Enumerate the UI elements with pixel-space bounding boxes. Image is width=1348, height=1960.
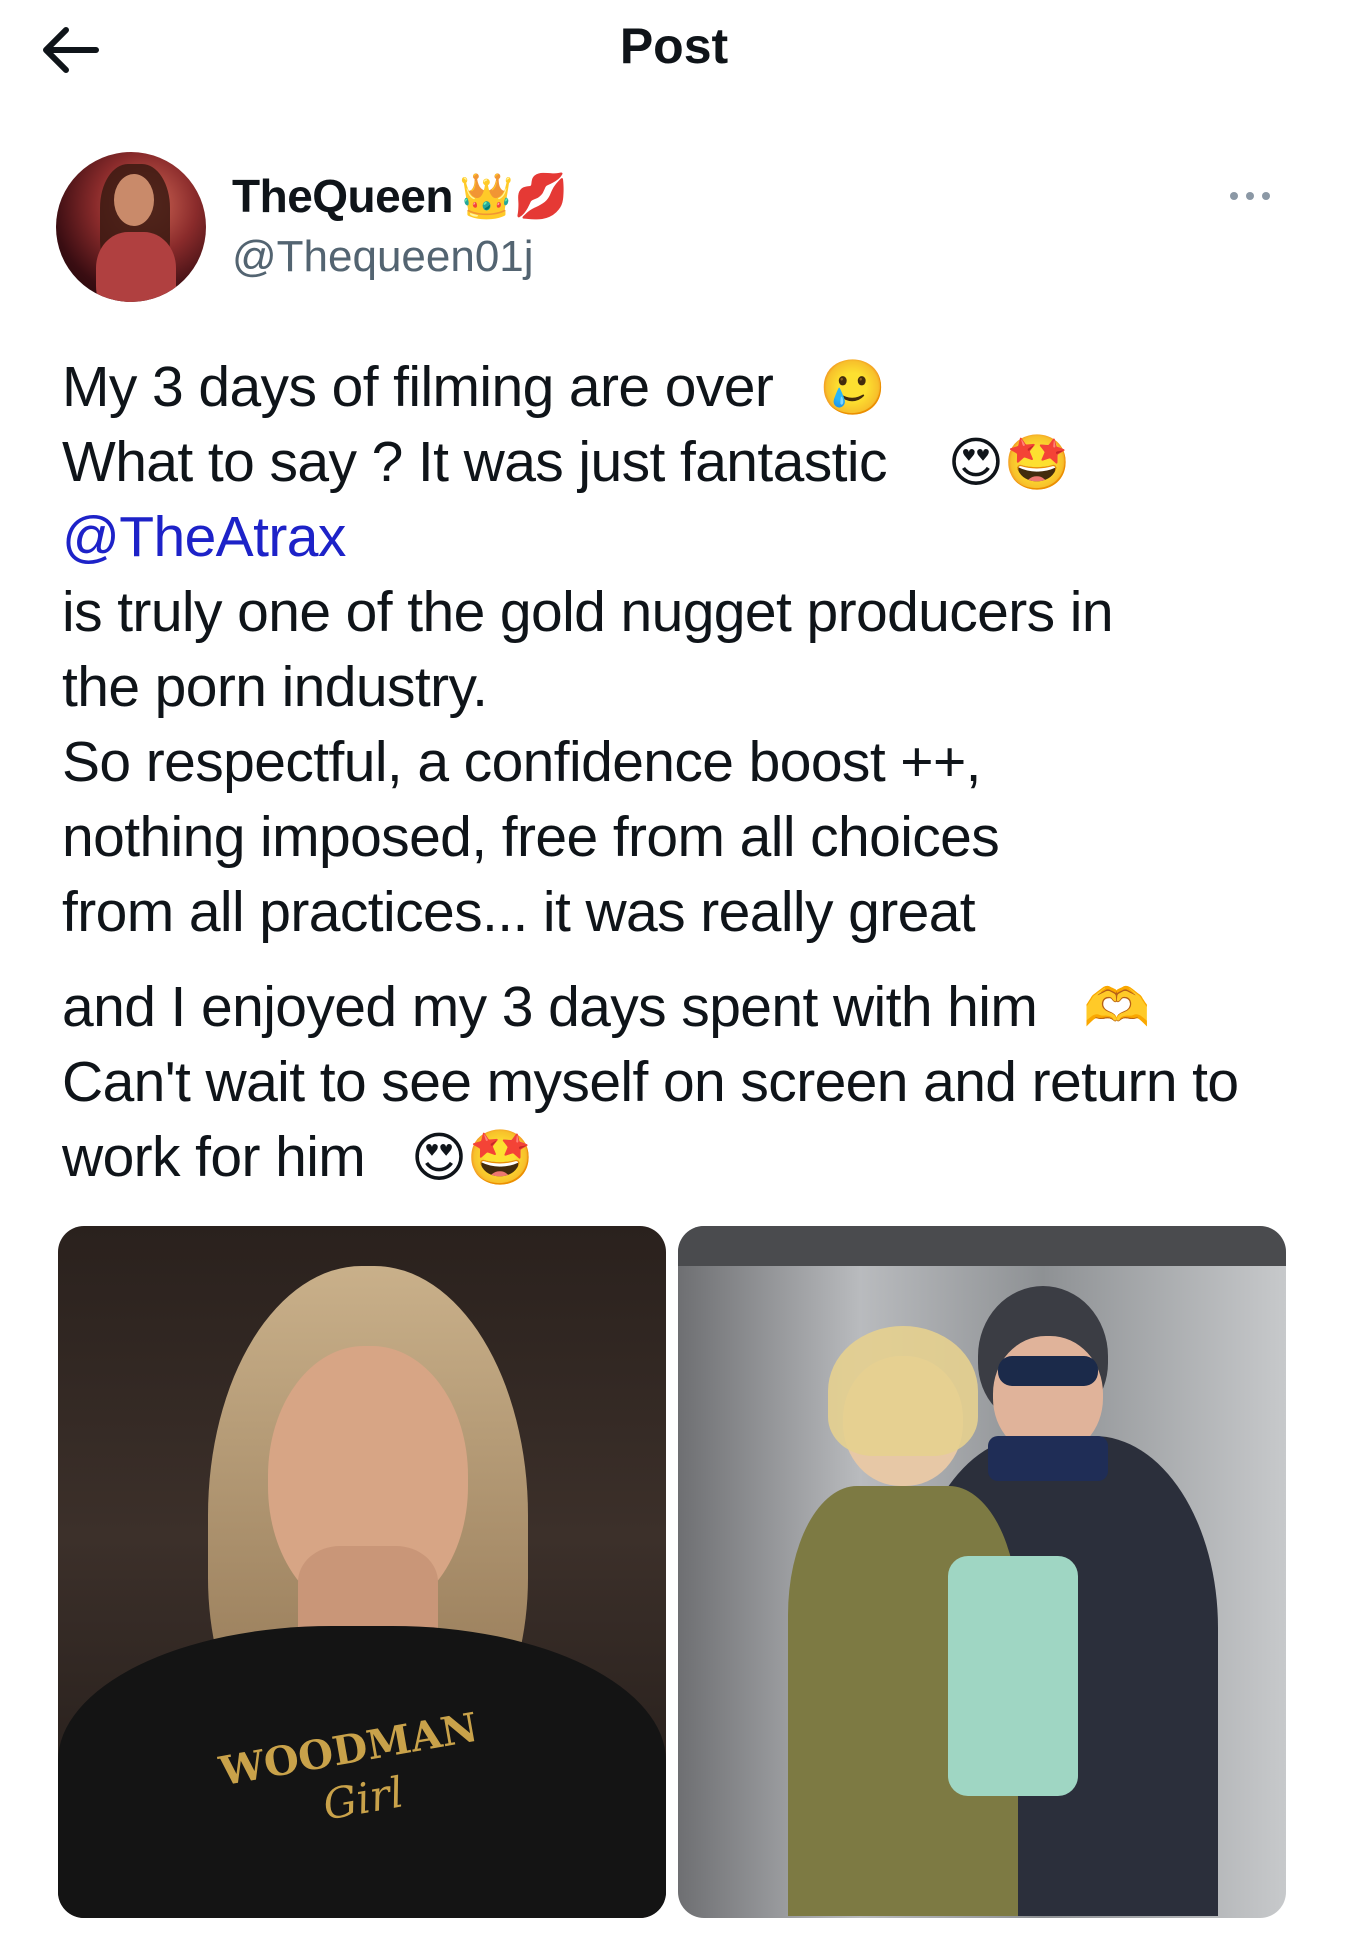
text-line: My 3 days of filming are over 🥲 [62,355,886,419]
more-options-button[interactable] [1222,180,1278,212]
text-line: nothing imposed, free from all choices [62,805,1000,869]
smiling-tear-emoji: 🥲 [818,356,886,419]
text-line: Can't wait to see myself on screen and r… [62,1050,1239,1114]
text-line: @TheAtrax [62,500,1342,575]
text-line: is truly one of the gold nugget producer… [62,580,1114,644]
post-image-2[interactable] [678,1226,1286,1918]
text-line: from all practices... it was really grea… [62,880,976,944]
text-line: the porn industry. [62,655,488,719]
author-handle[interactable]: @Thequeen01j [232,232,534,282]
author-name-row: TheQueen 👑💋 [232,166,569,226]
more-horizontal-icon [1230,192,1238,200]
heart-hands-emoji: 🫶 [1082,976,1150,1039]
crown-lips-emoji: 👑💋 [458,172,569,221]
text-line: What to say ? It was just fantastic 😍🤩 [62,430,1071,494]
author-name[interactable]: TheQueen [232,169,453,223]
text-line: work for him 😍🤩 [62,1125,534,1189]
avatar[interactable] [56,152,206,302]
post-text: My 3 days of filming are over 🥲 What to … [62,350,1342,1195]
top-bar: Post [0,0,1348,96]
page-title: Post [619,18,729,74]
post-image-1[interactable]: WOODMAN Girl [58,1226,666,1918]
text-line: and I enjoyed my 3 days spent with him 🫶 [62,975,1150,1039]
text-line: So respectful, a confidence boost ++, [62,730,982,794]
heart-star-eyes-emoji: 😍🤩 [947,431,1071,494]
mention-link[interactable]: @TheAtrax [62,505,346,569]
heart-star-eyes-emoji: 😍🤩 [410,1126,534,1189]
